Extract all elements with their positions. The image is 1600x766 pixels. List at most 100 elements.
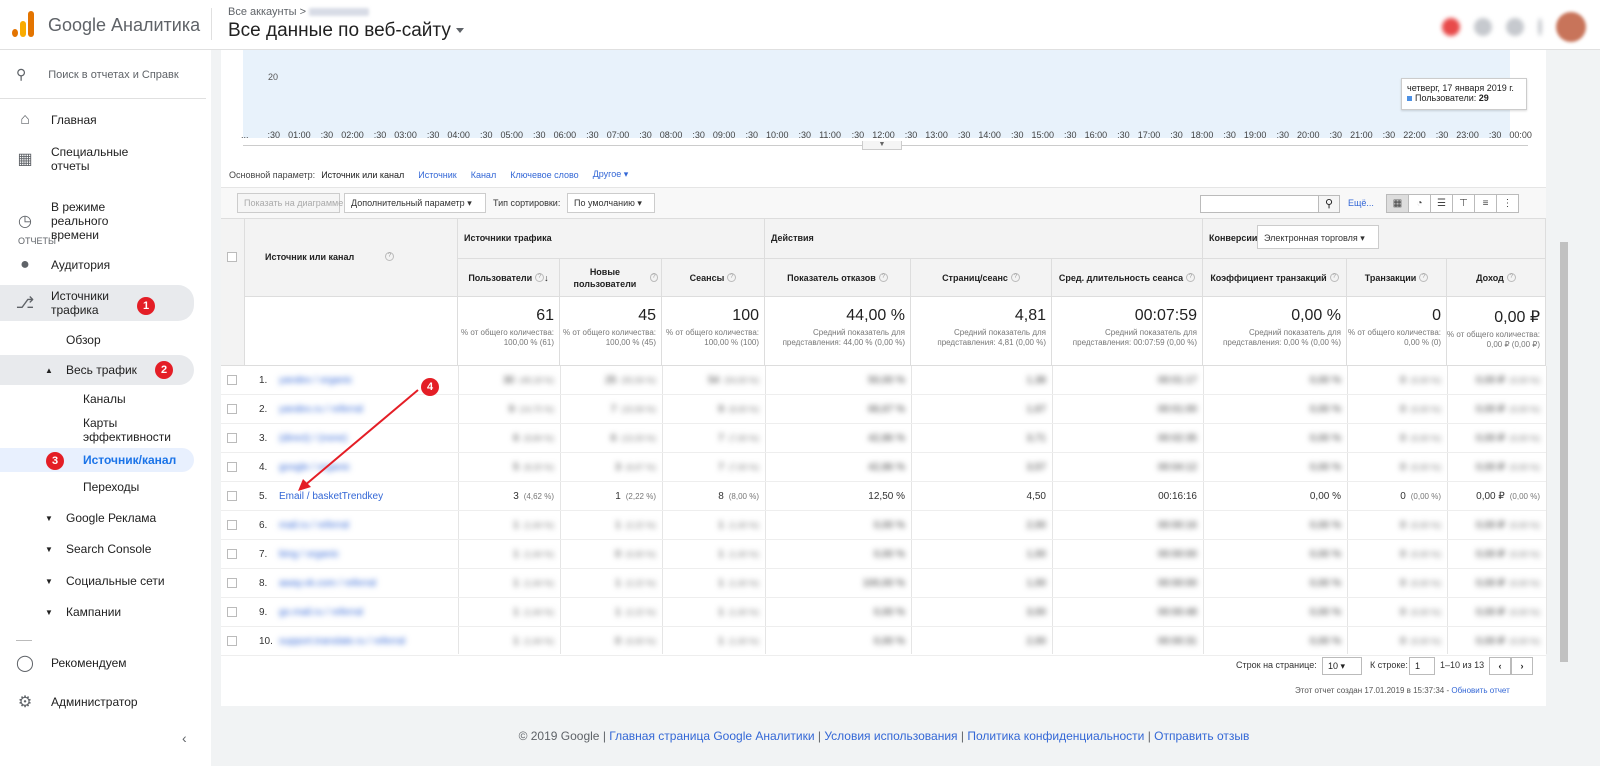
column-header-avg-session-duration[interactable]: Сред. длительность сеанса? <box>1052 259 1203 297</box>
search-icon[interactable]: ⚲ <box>1318 195 1340 213</box>
sidebar-item-recommended[interactable]: ◯ Рекомендуем <box>0 652 206 674</box>
sort-select[interactable]: По умолчанию ▾ <box>567 193 655 213</box>
help-icon[interactable]: ? <box>727 273 737 282</box>
table-row[interactable]: 2. yandex.ru / referral 9 (14,75 %) 7 (15,56 … <box>221 395 1546 424</box>
table-row[interactable]: 8. away.vk.com / referral 1 (1,64 %) 1 (2,22 … <box>221 569 1546 598</box>
source-medium-link[interactable]: yandex / organic <box>279 375 352 386</box>
column-header-sessions[interactable]: Сеансы? <box>662 259 765 297</box>
table-view-icon[interactable]: ▦ <box>1386 194 1409 213</box>
prev-page-button[interactable]: ‹ <box>1489 657 1511 675</box>
column-header-users[interactable]: Пользователи? ↓ <box>458 259 560 297</box>
dimension-link-medium[interactable]: Канал <box>471 170 496 180</box>
analytics-logo-icon[interactable] <box>12 11 34 37</box>
sidebar-item-realtime[interactable]: ◷ В режиме реального времени <box>0 200 206 242</box>
more-icon[interactable] <box>1538 18 1542 36</box>
dimension-header[interactable]: Источник или канал? <box>245 219 458 297</box>
scrollbar[interactable] <box>1560 242 1568 662</box>
sidebar-item-source-medium[interactable]: Источник/канал <box>0 448 194 472</box>
next-page-button[interactable]: › <box>1511 657 1533 675</box>
dimension-link-source[interactable]: Источник <box>418 170 456 180</box>
sidebar-search[interactable]: ⚲ Поиск в отчетах и Справк <box>16 66 179 83</box>
help-icon[interactable]: ? <box>1329 273 1339 282</box>
breadcrumb[interactable]: Все аккаунты > <box>228 6 370 18</box>
help-icon[interactable]: ? <box>1419 273 1429 282</box>
secondary-dimension-select[interactable]: Дополнительный параметр ▾ <box>344 193 486 213</box>
source-medium-link[interactable]: away.vk.com / referral <box>279 578 376 589</box>
help-icon[interactable]: ? <box>385 252 394 261</box>
sidebar-item-social[interactable]: ▼ Социальные сети <box>0 572 206 590</box>
table-row[interactable]: 9. go.mail.ru / referral 1 (1,64 %) 1 (2,22 %… <box>221 598 1546 627</box>
sidebar-item-campaigns[interactable]: ▼ Кампании <box>0 603 206 621</box>
table-row[interactable]: 6. mail.ru / referral 1 (1,64 %) 1 (2,22 %) 1(… <box>221 511 1546 540</box>
dimension-link-keyword[interactable]: Ключевое слово <box>510 170 578 180</box>
table-row[interactable]: 4. google / organic 5 (8,20 %) 3 (6,67 %) 7 (7,… <box>221 453 1546 482</box>
source-medium-link[interactable]: bing / organic <box>279 549 339 560</box>
comparison-view-icon[interactable]: ⊤ <box>1452 194 1475 213</box>
pivot-view-icon[interactable]: ⋮ <box>1496 194 1519 213</box>
notifications-icon[interactable] <box>1442 18 1460 36</box>
row-checkbox[interactable] <box>227 578 237 588</box>
apps-icon[interactable] <box>1474 18 1492 36</box>
table-row[interactable]: 1. yandex / organic 30 (49,18 %) 25 (55,56 %)… <box>221 366 1546 395</box>
column-header-bounce-rate[interactable]: Показатель отказов? <box>765 259 911 297</box>
sidebar-item-google-ads[interactable]: ▼ Google Реклама <box>0 509 206 527</box>
search-input[interactable]: Поиск в отчетах и Справк <box>48 69 178 81</box>
sidebar-item-treemaps[interactable]: Карты эффективности <box>0 415 206 445</box>
column-header-transaction-rate[interactable]: Коэффициент транзакций? <box>1203 259 1347 297</box>
table-row[interactable]: 10. support.translate.ru / referral 1 (1,64… <box>221 627 1546 656</box>
source-medium-link[interactable]: yandex.ru / referral <box>279 404 363 415</box>
sidebar-item-audience[interactable]: ● Аудитория <box>0 253 206 277</box>
row-checkbox[interactable] <box>227 491 237 501</box>
select-all-checkbox[interactable] <box>227 252 237 262</box>
footer-link-privacy[interactable]: Политика конфиденциальности <box>967 729 1144 743</box>
rows-per-page-select[interactable]: 10 ▾ <box>1322 657 1362 675</box>
column-header-pages-per-session[interactable]: Страниц/сеанс? <box>911 259 1052 297</box>
row-checkbox[interactable] <box>227 404 237 414</box>
avatar[interactable] <box>1556 12 1586 42</box>
footer-link-terms[interactable]: Условия использования <box>824 729 957 743</box>
column-header-new-users[interactable]: Новые пользователи? <box>560 259 662 297</box>
goto-row-input[interactable]: 1 <box>1409 657 1435 675</box>
source-medium-link[interactable]: (direct) / (none) <box>279 433 347 444</box>
conversion-goal-select[interactable]: Электронная торговля ▾ <box>1257 225 1379 249</box>
row-checkbox[interactable] <box>227 375 237 385</box>
row-checkbox[interactable] <box>227 520 237 530</box>
footer-link-home[interactable]: Главная страница Google Аналитики <box>609 729 814 743</box>
table-row[interactable]: 7. bing / organic 1 (1,64 %) 0 (0,00 %) 1 (1,00… <box>221 540 1546 569</box>
source-medium-link[interactable]: google / organic <box>279 462 350 473</box>
table-search-input[interactable] <box>1200 195 1320 213</box>
row-checkbox[interactable] <box>227 636 237 646</box>
chart-resize-handle[interactable]: ▼ <box>862 141 902 150</box>
source-medium-link[interactable]: mail.ru / referral <box>279 520 349 531</box>
table-row[interactable]: 5. Email / basketTrendkey 3 (4,62 %) 1 (2,22 … <box>221 482 1546 511</box>
row-checkbox[interactable] <box>227 549 237 559</box>
help-icon[interactable]: ? <box>1506 273 1516 282</box>
sidebar-item-channels[interactable]: Каналы <box>0 390 206 408</box>
table-row[interactable]: 3. (direct) / (none) 6 (9,84 %) 6 (13,33 %) 7(… <box>221 424 1546 453</box>
sidebar-item-acquisition[interactable]: ⎇ Источники трафика <box>0 285 194 321</box>
refresh-report-link[interactable]: Обновить отчет <box>1451 686 1509 695</box>
sidebar-item-admin[interactable]: ⚙ Администратор <box>0 691 206 713</box>
row-checkbox[interactable] <box>227 462 237 472</box>
performance-view-icon[interactable]: ☰ <box>1430 194 1453 213</box>
dimension-link-other[interactable]: Другое ▾ <box>593 169 629 180</box>
advanced-link[interactable]: Ещё... <box>1348 198 1374 208</box>
row-checkbox[interactable] <box>227 433 237 443</box>
column-header-revenue[interactable]: Доход? <box>1447 259 1546 297</box>
help-icon[interactable]: ? <box>1010 273 1020 282</box>
help-icon[interactable]: ? <box>878 273 888 282</box>
help-icon[interactable]: ? <box>535 273 545 282</box>
footer-link-feedback[interactable]: Отправить отзыв <box>1154 729 1249 743</box>
help-icon[interactable]: ? <box>1186 273 1196 282</box>
help-icon[interactable]: ? <box>649 273 658 282</box>
sidebar-item-search-console[interactable]: ▼ Search Console <box>0 540 206 558</box>
column-header-transactions[interactable]: Транзакции? <box>1347 259 1447 297</box>
help-icon[interactable] <box>1506 18 1524 36</box>
sidebar-item-referrals[interactable]: Переходы <box>0 478 206 496</box>
source-medium-link[interactable]: support.translate.ru / referral <box>279 636 405 647</box>
source-medium-link[interactable]: Email / basketTrendkey <box>279 491 383 502</box>
sidebar-item-overview[interactable]: Обзор <box>0 330 206 350</box>
sidebar-item-home[interactable]: ⌂ Главная <box>0 108 206 132</box>
row-checkbox[interactable] <box>227 607 237 617</box>
view-selector[interactable]: Все данные по веб-сайту <box>228 20 464 42</box>
